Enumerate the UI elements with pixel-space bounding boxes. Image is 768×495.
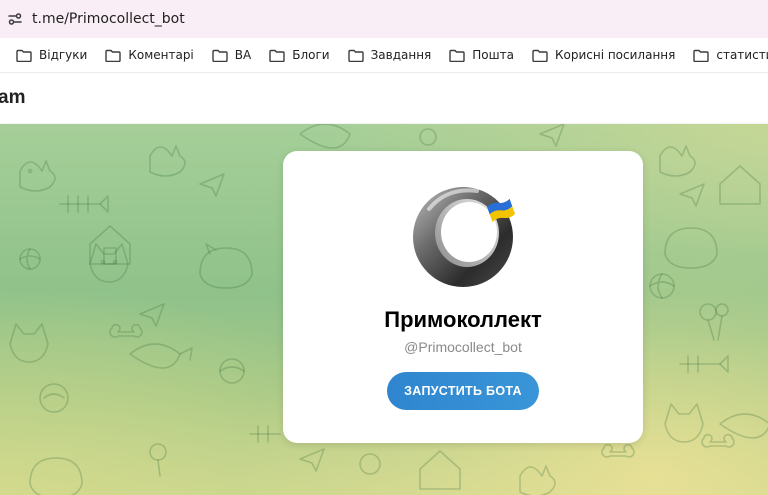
site-info-icon[interactable] [4,8,26,30]
folder-icon [347,49,364,62]
bookmark-item[interactable]: ВА [212,42,251,68]
bookmark-item[interactable]: Блоги [269,42,330,68]
bookmark-label: Пошта [472,48,514,62]
folder-icon [449,49,465,62]
bookmark-item[interactable]: Коментарі [105,42,194,68]
bot-username: @Primocollect_bot [404,339,522,355]
start-bot-button[interactable]: ЗАПУСТИТЬ БОТА [387,372,539,410]
address-bar: t.me/Primocollect_bot [0,0,768,38]
bot-name: Примоколлект [384,307,542,332]
folder-icon [212,49,228,62]
bookmark-item[interactable]: Відгуки [16,42,87,68]
bookmark-label: статистика по нов... [716,48,768,62]
folder-icon [105,49,122,62]
bookmark-item[interactable]: статистика по нов... [693,42,768,68]
bookmark-label: Коментарі [128,48,194,62]
bookmark-label: Блоги [292,48,330,62]
folder-icon [532,49,548,62]
bookmark-item[interactable]: Пошта [449,42,514,68]
bookmark-item[interactable]: Корисні посилання [532,42,675,68]
url-field[interactable]: t.me/Primocollect_bot [32,11,185,27]
bookmark-label: Корисні посилання [554,48,676,62]
brand-logo-text[interactable]: am [0,87,25,109]
bot-card: Примоколлект @Primocollect_bot ЗАПУСТИТЬ… [283,151,643,443]
folder-icon [269,49,285,62]
page-header: am [0,73,768,123]
bookmarks-bar: Відгуки Коментарі ВА Блоги Завдання Пошт… [0,38,768,73]
chat-background: Примоколлект @Primocollect_bot ЗАПУСТИТЬ… [0,124,768,495]
folder-icon [693,49,710,62]
bookmark-label: Відгуки [39,48,88,62]
folder-icon [16,49,32,62]
primocollect-ring-logo-icon [413,187,516,287]
bookmark-label: ВА [234,48,252,62]
bookmark-item[interactable]: Завдання [347,42,432,68]
bookmark-label: Завдання [370,48,432,62]
